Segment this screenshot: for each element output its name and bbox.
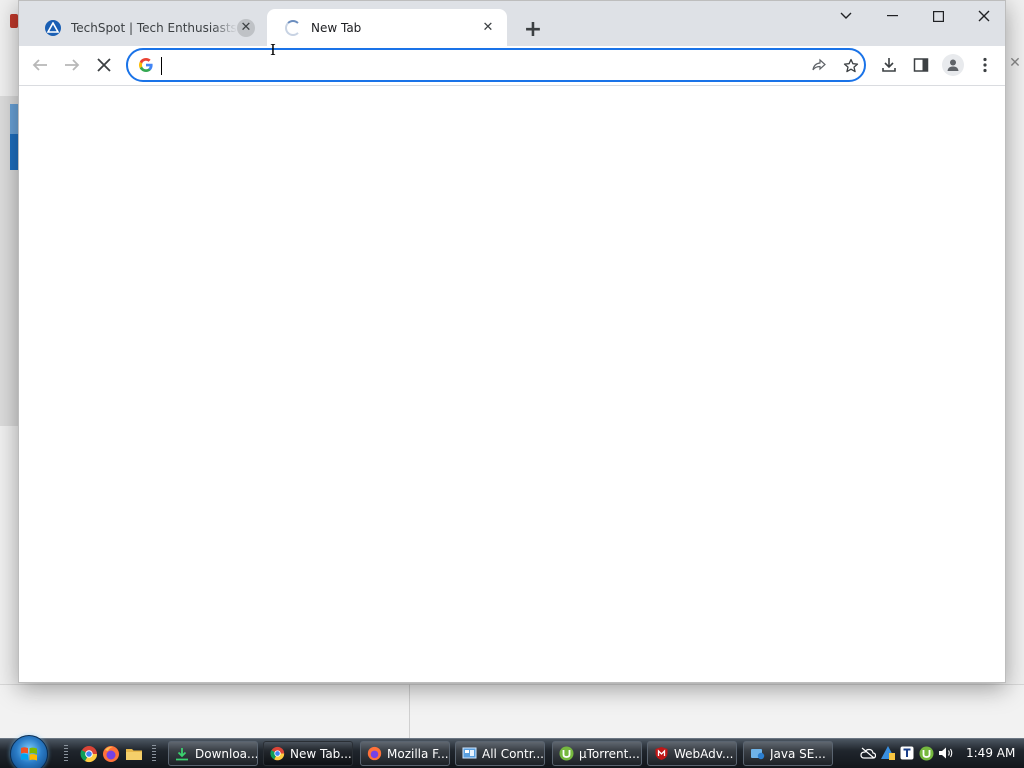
task-label: µTorrent... (579, 746, 640, 761)
share-icon[interactable] (808, 55, 830, 77)
close-window-button[interactable] (961, 1, 1007, 31)
firefox-icon[interactable] (102, 745, 120, 763)
cloud-sync-icon[interactable] (860, 745, 876, 761)
text-caret (161, 57, 162, 75)
chevron-down-icon (840, 12, 852, 19)
side-panel-icon (913, 58, 929, 72)
chrome-icon[interactable] (80, 745, 98, 763)
start-button[interactable] (10, 735, 48, 768)
control-panel-icon (461, 746, 477, 762)
windows-logo-icon (21, 747, 37, 761)
task-label: WebAdv... (674, 746, 734, 761)
stop-loading-button[interactable] (89, 50, 119, 80)
background-sidebar-item-selected (10, 134, 18, 170)
address-bar[interactable] (126, 48, 866, 82)
download-manager-icon (174, 746, 190, 762)
task-mozilla-firefox[interactable]: Mozilla F... (360, 741, 450, 766)
t-app-icon[interactable] (899, 745, 915, 761)
security-update-icon[interactable] (880, 745, 896, 761)
download-icon (882, 58, 896, 72)
background-footer (0, 684, 1024, 740)
tab-strip: TechSpot | Tech Enthusiasts, Power Users… (19, 1, 1005, 46)
quick-launch-grip[interactable] (64, 745, 68, 763)
utorrent-icon (558, 746, 574, 762)
background-sidebar-item (10, 104, 18, 134)
tab-close-icon[interactable]: ✕ (237, 18, 255, 37)
back-button[interactable] (25, 50, 55, 80)
loading-spinner-icon (285, 19, 301, 36)
browser-window: TechSpot | Tech Enthusiasts, Power Users… (18, 0, 1006, 683)
tab-new-tab[interactable]: New Tab ✕ (267, 9, 507, 46)
google-g-icon (139, 58, 153, 72)
task-downloads[interactable]: Downloa... (168, 741, 258, 766)
volume-icon[interactable] (938, 745, 954, 761)
person-icon (942, 54, 964, 76)
task-utorrent[interactable]: µTorrent... (552, 741, 642, 766)
task-label: Downloa... (195, 746, 257, 761)
toolbar (19, 46, 1005, 86)
new-tab-button[interactable]: + (519, 15, 547, 43)
forward-button[interactable] (57, 50, 87, 80)
tab-close-icon[interactable]: ✕ (479, 19, 497, 37)
task-java-se[interactable]: Java SE... (743, 741, 833, 766)
minimize-button[interactable] (869, 1, 915, 31)
page-content[interactable] (19, 87, 1005, 682)
minimize-icon (886, 15, 898, 17)
maximize-icon (932, 10, 944, 22)
chrome-menu-button[interactable] (970, 50, 1000, 80)
star-icon[interactable] (840, 55, 862, 77)
task-label: New Tab... (290, 746, 352, 761)
more-vertical-icon (983, 57, 987, 73)
system-tray: 1:49 AM (856, 739, 1024, 768)
side-panel-button[interactable] (906, 50, 936, 80)
tab-search-button[interactable] (823, 1, 869, 31)
close-icon (978, 10, 990, 22)
arrow-right-icon (65, 59, 80, 71)
folder-icon[interactable] (125, 745, 143, 763)
maximize-button[interactable] (915, 1, 961, 31)
task-new-tab[interactable]: New Tab... (263, 741, 353, 766)
tab-techspot[interactable]: TechSpot | Tech Enthusiasts, Power Users… (27, 9, 265, 46)
webadvisor-icon (653, 746, 669, 762)
task-webadvisor[interactable]: WebAdv... (647, 741, 737, 766)
task-label: All Contr... (482, 746, 544, 761)
background-app-icon (10, 14, 18, 28)
background-divider (409, 684, 410, 740)
taskbar-grip[interactable] (152, 745, 156, 763)
task-label: Java SE... (770, 746, 826, 761)
arrow-left-icon (32, 59, 47, 71)
close-icon (97, 58, 111, 72)
task-label: Mozilla F... (387, 746, 449, 761)
chrome-icon (269, 746, 285, 762)
tab-title: New Tab (311, 20, 362, 35)
task-control-panel[interactable]: All Contr... (455, 741, 545, 766)
mouse-ibeam-cursor-icon: I (270, 41, 276, 59)
background-close-icon[interactable]: ✕ (1006, 54, 1024, 72)
system-clock[interactable]: 1:49 AM (966, 746, 1015, 760)
tab-title: TechSpot | Tech Enthusiasts, Power Users (71, 20, 237, 35)
techspot-favicon-icon (45, 19, 61, 36)
firefox-icon (366, 746, 382, 762)
taskbar: Downloa... New Tab... Mozilla F... All C… (0, 735, 1024, 768)
download-button[interactable] (874, 50, 904, 80)
profile-button[interactable] (938, 50, 968, 80)
omnibox-input[interactable] (160, 54, 800, 76)
utorrent-tray-icon[interactable] (918, 745, 934, 761)
java-icon (749, 746, 765, 762)
